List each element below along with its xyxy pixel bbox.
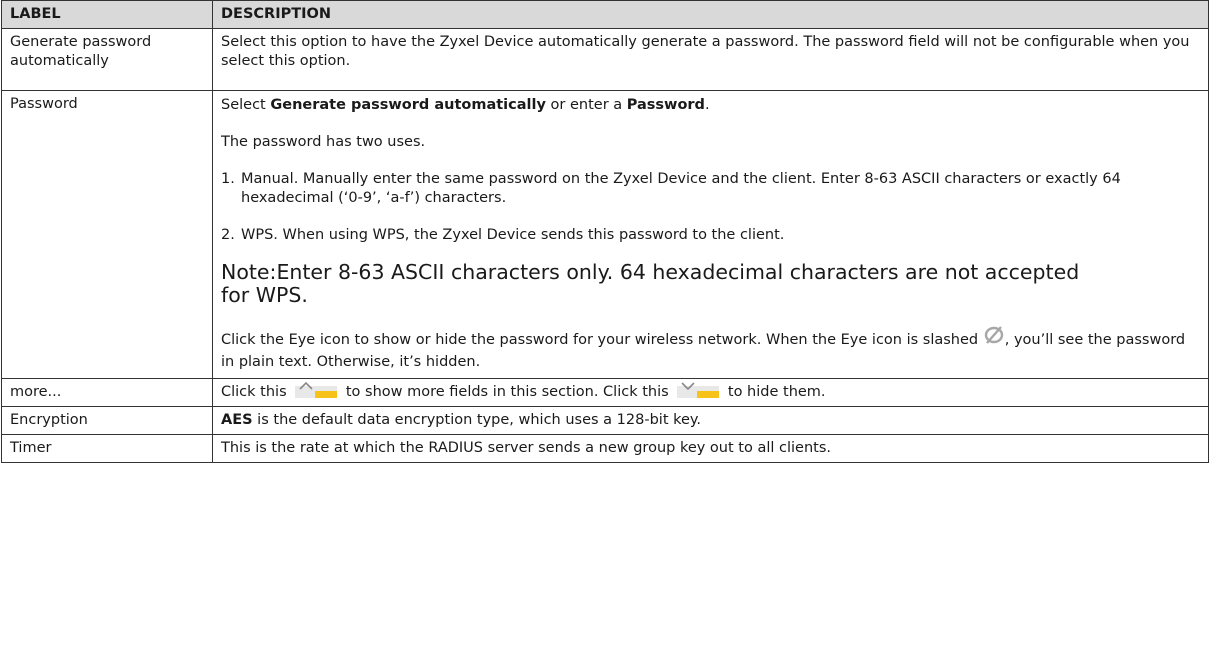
- description-table: LABEL DESCRIPTION Generate password auto…: [1, 0, 1209, 463]
- text: is the default data encryption type, whi…: [252, 412, 702, 428]
- note-first-line: Note: Enter 8-63 ASCII characters only. …: [221, 261, 1200, 284]
- row-desc-timer: This is the rate at which the RADIUS ser…: [212, 434, 1209, 463]
- note-text-cont: for WPS.: [221, 283, 308, 307]
- label-text: Generate password automatically: [10, 34, 152, 69]
- text: Click this: [221, 384, 292, 400]
- row-label-timer: Timer: [1, 434, 213, 463]
- label-text: Encryption: [10, 412, 88, 428]
- label-text: Timer: [10, 440, 52, 456]
- row-label-password: Password: [1, 90, 213, 379]
- table-row: more... Click this to show more fields i…: [1, 378, 1209, 407]
- password-line1: Select Generate password automatically o…: [221, 96, 1200, 115]
- text: .: [704, 97, 710, 113]
- table-row: Encryption AES is the default data encry…: [1, 406, 1209, 435]
- list-item: 1. Manual. Manually enter the same passwo…: [221, 170, 1200, 208]
- bold-text: Generate password automatically: [270, 97, 546, 113]
- header-description: DESCRIPTION: [212, 0, 1209, 29]
- note-text: Enter 8-63 ASCII characters only. 64 hex…: [276, 260, 1080, 284]
- header-label: LABEL: [1, 0, 213, 29]
- text: to hide them.: [723, 384, 826, 400]
- row-desc-more: Click this to show more fields in this s…: [212, 378, 1209, 407]
- bold-text: AES: [221, 412, 253, 428]
- row-desc-generate: Select this option to have the Zyxel Dev…: [212, 28, 1209, 91]
- eye-slash-icon: [983, 325, 1005, 351]
- row-label-more: more...: [1, 378, 213, 407]
- table-row: Password Select Generate password automa…: [1, 90, 1209, 379]
- table-row: Timer This is the rate at which the RADI…: [1, 434, 1209, 463]
- text: This is the rate at which the RADIUS ser…: [221, 440, 831, 456]
- list-number: 1.: [221, 171, 235, 187]
- row-label-generate: Generate password automatically: [1, 28, 213, 91]
- text: Select: [221, 97, 271, 113]
- table-header-row: LABEL DESCRIPTION: [1, 0, 1209, 29]
- list-number: 2.: [221, 227, 235, 243]
- list-text: WPS. When using WPS, the Zyxel Device se…: [241, 227, 785, 243]
- note-label: Note:: [221, 260, 277, 284]
- desc-text: Select this option to have the Zyxel Dev…: [221, 34, 1190, 69]
- list-item: 2. WPS. When using WPS, the Zyxel Device …: [221, 226, 1200, 245]
- eye-paragraph: Click the Eye icon to show or hide the p…: [221, 325, 1200, 372]
- text: or enter a: [545, 97, 627, 113]
- password-line2: The password has two uses.: [221, 134, 426, 150]
- row-desc-encryption: AES is the default data encryption type,…: [212, 406, 1209, 435]
- chevron-up-icon: [295, 381, 338, 398]
- label-text: Password: [10, 96, 78, 112]
- text: to show more fields in this section. Cli…: [341, 384, 674, 400]
- bold-text: Password: [626, 97, 705, 113]
- table-row: Generate password automatically Select t…: [1, 28, 1209, 91]
- row-label-encryption: Encryption: [1, 406, 213, 435]
- text: Click the Eye icon to show or hide the p…: [221, 332, 983, 348]
- note: Note: Enter 8-63 ASCII characters only. …: [221, 261, 1200, 307]
- chevron-down-icon: [677, 382, 720, 398]
- list-text: Manual. Manually enter the same password…: [241, 171, 1121, 206]
- label-text: more...: [10, 384, 62, 400]
- row-desc-password: Select Generate password automatically o…: [212, 90, 1209, 379]
